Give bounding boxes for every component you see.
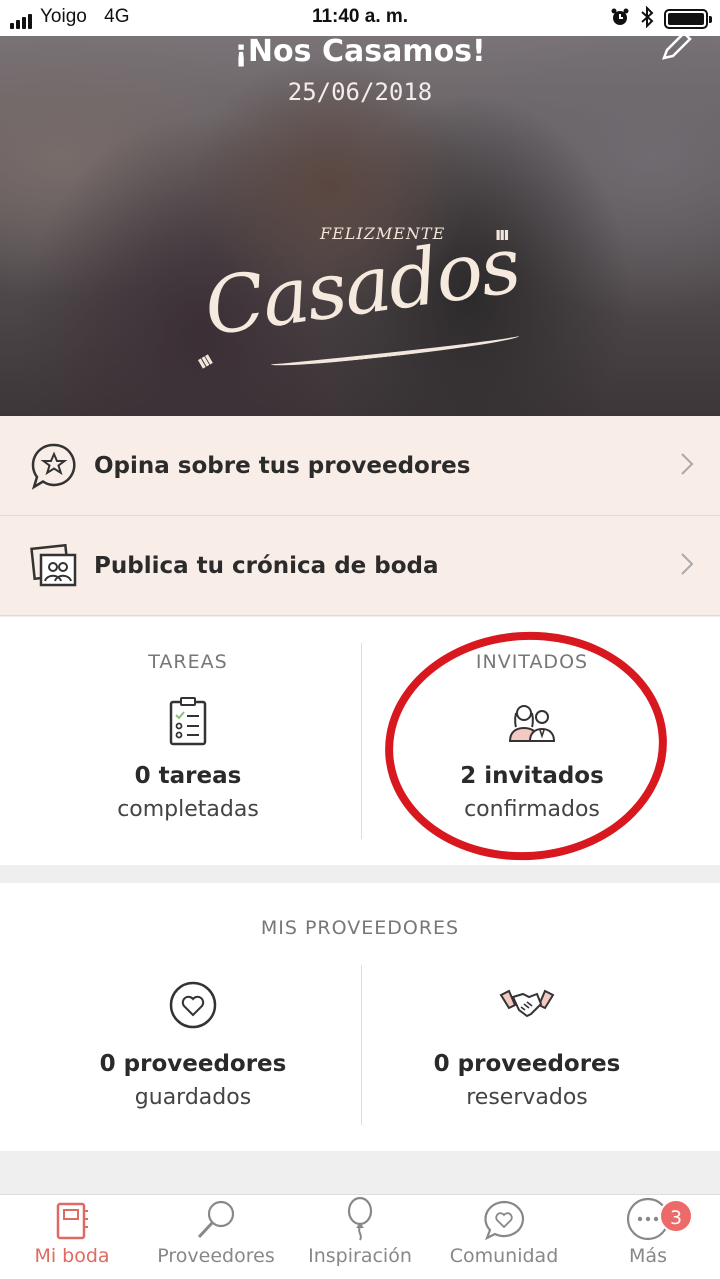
tasks-value: 0 tareas xyxy=(134,763,242,789)
battery-icon xyxy=(664,9,712,29)
wedding-date: 25/06/2018 xyxy=(287,78,433,106)
nav-proveedores[interactable]: Proveedores xyxy=(144,1195,288,1279)
checklist-icon xyxy=(8,691,368,751)
saved-providers-sub: guardados xyxy=(134,1085,252,1110)
more-icon xyxy=(576,1195,720,1245)
chevron-right-icon xyxy=(680,552,694,580)
tasks-stat[interactable]: TAREAS 0 tareas completadas xyxy=(8,617,368,865)
nav-label: Proveedores xyxy=(157,1245,275,1267)
nav-mi-boda[interactable]: Mi boda xyxy=(0,1195,144,1279)
nav-label: Comunidad xyxy=(449,1245,559,1267)
logo-decoration: ııı xyxy=(495,224,509,245)
stats-card: TAREAS 0 tareas completadas INVITADOS 2 … xyxy=(0,617,720,865)
planner-icon xyxy=(0,1195,144,1245)
guests-sub: confirmados xyxy=(464,797,600,822)
guests-icon xyxy=(352,691,712,751)
balloon-icon xyxy=(288,1195,432,1245)
nav-label: Mi boda xyxy=(34,1245,110,1267)
saved-providers[interactable]: 0 proveedores guardados xyxy=(13,977,373,1110)
alarm-icon xyxy=(610,7,630,31)
promo-label: Opina sobre tus proveedores xyxy=(94,452,471,479)
promo-wedding-chronicle[interactable]: Publica tu crónica de boda xyxy=(0,516,720,616)
booked-providers[interactable]: 0 proveedores reservados xyxy=(347,977,707,1110)
logo-main-text: Casados xyxy=(199,220,525,354)
nav-inspiracion[interactable]: Inspiración xyxy=(288,1195,432,1279)
nav-mas[interactable]: Más 3 xyxy=(576,1195,720,1279)
promo-label: Publica tu crónica de boda xyxy=(94,552,439,579)
notification-badge: 3 xyxy=(659,1199,693,1233)
hero-title: ¡Nos Casamos! xyxy=(234,36,486,69)
nav-label: Inspiración xyxy=(308,1245,412,1267)
providers-section-title: MIS PROVEEDORES xyxy=(260,917,460,939)
casados-logo: FELIZMENTE Casados ııı ııı xyxy=(190,216,540,386)
nav-label: Más xyxy=(629,1245,667,1267)
tasks-heading: TAREAS xyxy=(148,651,228,673)
status-icons xyxy=(610,5,712,32)
status-bar: Yoigo 4G 11:40 a. m. xyxy=(0,0,720,36)
handshake-icon xyxy=(347,977,707,1033)
bluetooth-icon xyxy=(640,5,654,32)
heart-chat-icon xyxy=(432,1195,576,1245)
photo-album-icon xyxy=(24,541,84,591)
star-chat-icon xyxy=(24,441,84,491)
my-providers-card: MIS PROVEEDORES 0 proveedores guardados … xyxy=(0,883,720,1151)
booked-providers-sub: reservados xyxy=(466,1085,588,1110)
bottom-nav: Mi boda Proveedores Inspiración Comunida… xyxy=(0,1194,720,1279)
guests-value: 2 invitados xyxy=(460,763,604,789)
booked-providers-value: 0 proveedores xyxy=(433,1051,621,1077)
tasks-sub: completadas xyxy=(117,797,259,822)
search-icon xyxy=(144,1195,288,1245)
hero-banner: ¡Nos Casamos! 25/06/2018 FELIZMENTE Casa… xyxy=(0,36,720,416)
guests-stat[interactable]: INVITADOS 2 invitados confirmados xyxy=(352,617,712,865)
guests-heading: INVITADOS xyxy=(475,651,589,673)
heart-icon xyxy=(13,977,373,1033)
edit-pencil-icon[interactable] xyxy=(660,36,694,66)
nav-comunidad[interactable]: Comunidad xyxy=(432,1195,576,1279)
chevron-right-icon xyxy=(680,452,694,480)
saved-providers-value: 0 proveedores xyxy=(99,1051,287,1077)
promo-review-providers[interactable]: Opina sobre tus proveedores xyxy=(0,416,720,516)
